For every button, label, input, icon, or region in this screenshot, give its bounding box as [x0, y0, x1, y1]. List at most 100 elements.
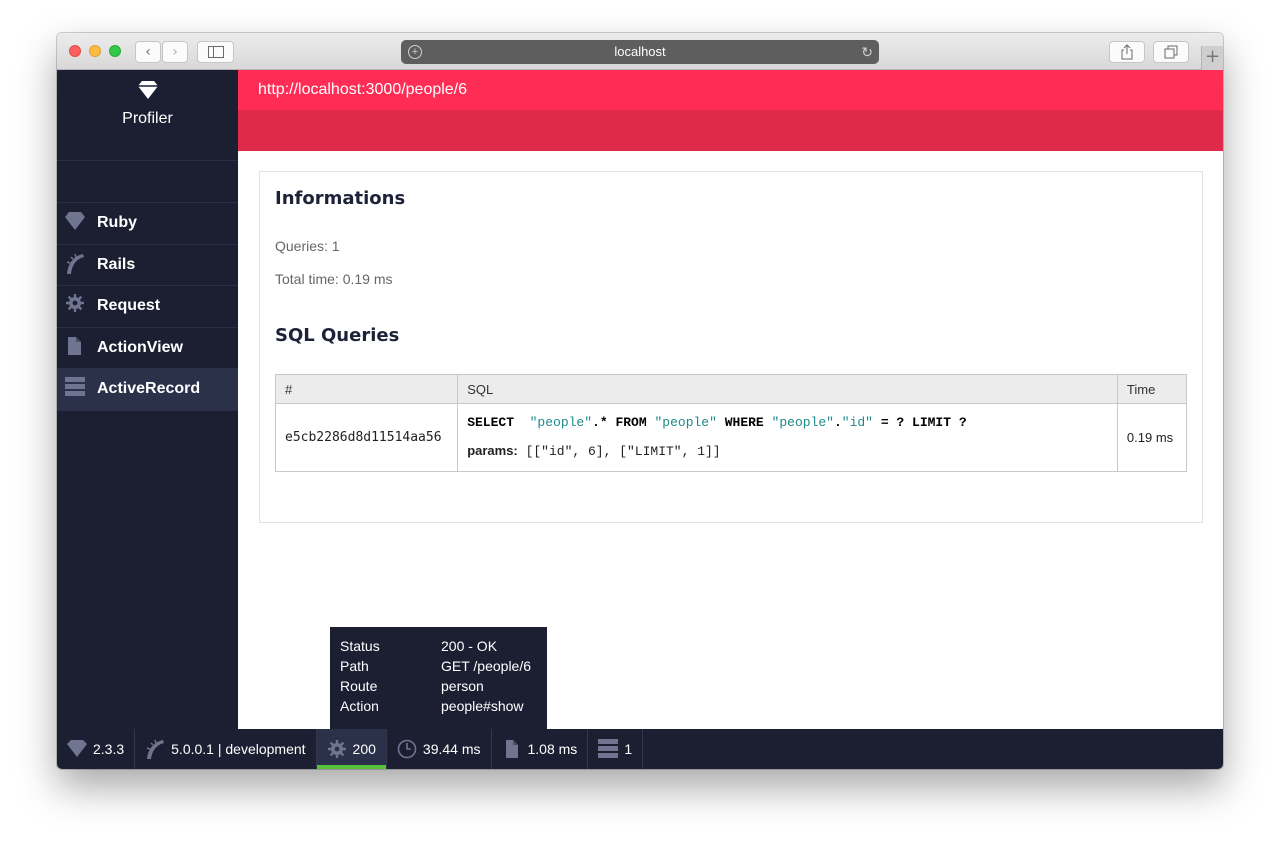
column-header-time: Time — [1116, 374, 1188, 404]
params-label: params: — [467, 443, 518, 458]
sidebar-item-ruby[interactable]: Ruby — [57, 203, 238, 245]
sidebar-item-label: ActionView — [97, 338, 183, 356]
params-value: [["id", 6], ["LIMIT", 1]] — [525, 444, 721, 459]
informations-heading: Informations — [275, 188, 406, 209]
browser-window: ‹ › + localhost ↻ + Profiler Ruby Rails … — [57, 33, 1223, 769]
share-button[interactable] — [1109, 41, 1145, 63]
sidebar-nav: Ruby Rails Request ActionView ActiveReco… — [57, 202, 238, 411]
query-id: e5cb2286d8d11514aa56 — [274, 403, 459, 472]
table-row: e5cb2286d8d11514aa56 SELECT "people".* F… — [274, 403, 1188, 472]
sql-identifier: "people" — [654, 415, 717, 430]
rails-environment: 5.0.0.1 | development — [171, 741, 306, 757]
new-tab-button[interactable]: + — [1201, 46, 1223, 70]
tooltip-row-path: Path GET /people/6 — [340, 656, 537, 676]
sql-identifier: "people" — [529, 415, 593, 430]
zoom-window-button[interactable] — [109, 45, 121, 57]
tooltip-key: Status — [340, 638, 380, 654]
query-time: 0.19 ms — [1116, 403, 1188, 472]
brand-name: Profiler — [122, 110, 173, 127]
footer-request-status[interactable]: 200 — [316, 729, 387, 769]
sidebar-brand: Profiler — [57, 80, 238, 161]
sql-params: params: [["id", 6], ["LIMIT", 1]] — [467, 443, 1117, 460]
footer-rails-env[interactable]: 5.0.0.1 | development — [135, 729, 317, 769]
clock-icon — [397, 739, 417, 759]
tooltip-row-status: Status 200 - OK — [340, 636, 537, 656]
close-window-button[interactable] — [69, 45, 81, 57]
footer-request-time[interactable]: 39.44 ms — [387, 729, 492, 769]
profiler-footer-bar: 2.3.3 5.0.0.1 | development 200 39.44 ms… — [57, 729, 1223, 769]
footer-db-queries[interactable]: 1 — [588, 729, 644, 769]
sidebar-item-label: ActiveRecord — [97, 380, 201, 397]
share-icon — [1121, 44, 1133, 60]
footer-view-time[interactable]: 1.08 ms — [492, 729, 589, 769]
forward-button[interactable]: › — [162, 41, 188, 63]
tooltip-key: Route — [340, 678, 378, 694]
status-tooltip: Status 200 - OK Path GET /people/6 Route pe… — [330, 627, 547, 729]
tooltip-row-route: Route person — [340, 676, 537, 696]
sidebar-item-actionview[interactable]: ActionView — [57, 328, 238, 369]
sql-identifier: "id" — [841, 415, 873, 430]
sql-keyword: FROM — [615, 415, 647, 430]
total-time: Total time: 0.19 ms — [275, 271, 393, 287]
database-icon — [598, 739, 619, 758]
reload-icon[interactable]: ↻ — [861, 40, 873, 64]
banner-subbar — [238, 110, 1223, 151]
back-button[interactable]: ‹ — [135, 41, 161, 63]
tooltip-key: Path — [340, 658, 369, 674]
file-icon — [68, 336, 81, 355]
ruby-gem-icon — [65, 212, 85, 230]
sidebar-item-rails[interactable]: Rails — [57, 245, 238, 286]
details-panel: Informations Queries: 1 Total time: 0.19… — [259, 171, 1203, 523]
sql-token: .* — [592, 415, 608, 430]
minimize-window-button[interactable] — [89, 45, 101, 57]
request-time: 39.44 ms — [422, 741, 481, 757]
address-bar[interactable]: + localhost ↻ — [401, 40, 879, 64]
view-time: 1.08 ms — [527, 741, 578, 757]
ruby-version: 2.3.3 — [93, 741, 125, 757]
ruby-gem-icon — [67, 740, 87, 757]
sidebar-item-request[interactable]: Request — [57, 286, 238, 328]
request-url: http://localhost:3000/people/6 — [258, 81, 468, 98]
sql-token: . — [833, 415, 842, 430]
tooltip-value: people#show — [441, 698, 524, 714]
queries-count: Queries: 1 — [275, 238, 340, 254]
sql-keyword: SELECT — [467, 415, 514, 430]
table-header-row: # SQL Time — [274, 374, 1188, 404]
tooltip-value: 200 - OK — [441, 638, 498, 654]
browser-toolbar: ‹ › + localhost ↻ + — [57, 33, 1223, 70]
database-icon — [65, 377, 85, 396]
sql-keyword: WHERE — [724, 415, 764, 430]
sidebar: Profiler Ruby Rails Request ActionView A… — [57, 70, 238, 729]
add-icon: + — [408, 45, 422, 59]
status-code: 200 — [352, 741, 376, 757]
query-cell: SELECT "people".* FROM "people" WHERE "p… — [457, 403, 1118, 472]
sidebar-toggle-button[interactable] — [197, 41, 234, 63]
rails-icon — [146, 739, 165, 759]
column-header-sql: SQL — [457, 374, 1118, 404]
db-query-count: 1 — [624, 741, 633, 757]
sidebar-icon — [207, 46, 224, 58]
sql-token: = ? LIMIT ? — [880, 415, 967, 430]
gear-icon — [66, 294, 84, 312]
sidebar-item-label: Request — [97, 297, 161, 314]
sidebar-item-label: Ruby — [97, 214, 137, 231]
sql-statement: SELECT "people".* FROM "people" WHERE "p… — [467, 415, 1117, 431]
sql-identifier: "people" — [771, 415, 834, 430]
ruby-gem-logo-icon — [137, 81, 158, 99]
column-header-hash: # — [274, 374, 459, 404]
file-icon — [505, 740, 518, 758]
tooltip-value: GET /people/6 — [441, 658, 532, 674]
footer-ruby-version[interactable]: 2.3.3 — [57, 729, 136, 769]
tooltip-key: Action — [340, 698, 379, 714]
tooltip-row-action: Action people#show — [340, 696, 537, 716]
sidebar-item-activerecord[interactable]: ActiveRecord — [57, 369, 238, 411]
address-text: localhost — [614, 44, 666, 59]
tabs-icon — [1164, 45, 1178, 59]
sql-queries-table: # SQL Time e5cb2286d8d11514aa56 SELECT "… — [274, 374, 1188, 472]
request-url-banner: http://localhost:3000/people/6 — [238, 70, 1223, 110]
sidebar-item-label: Rails — [97, 255, 136, 273]
tabs-overview-button[interactable] — [1153, 41, 1189, 63]
tooltip-value: person — [441, 678, 484, 694]
sql-queries-heading: SQL Queries — [275, 325, 400, 346]
gear-icon — [327, 740, 346, 758]
